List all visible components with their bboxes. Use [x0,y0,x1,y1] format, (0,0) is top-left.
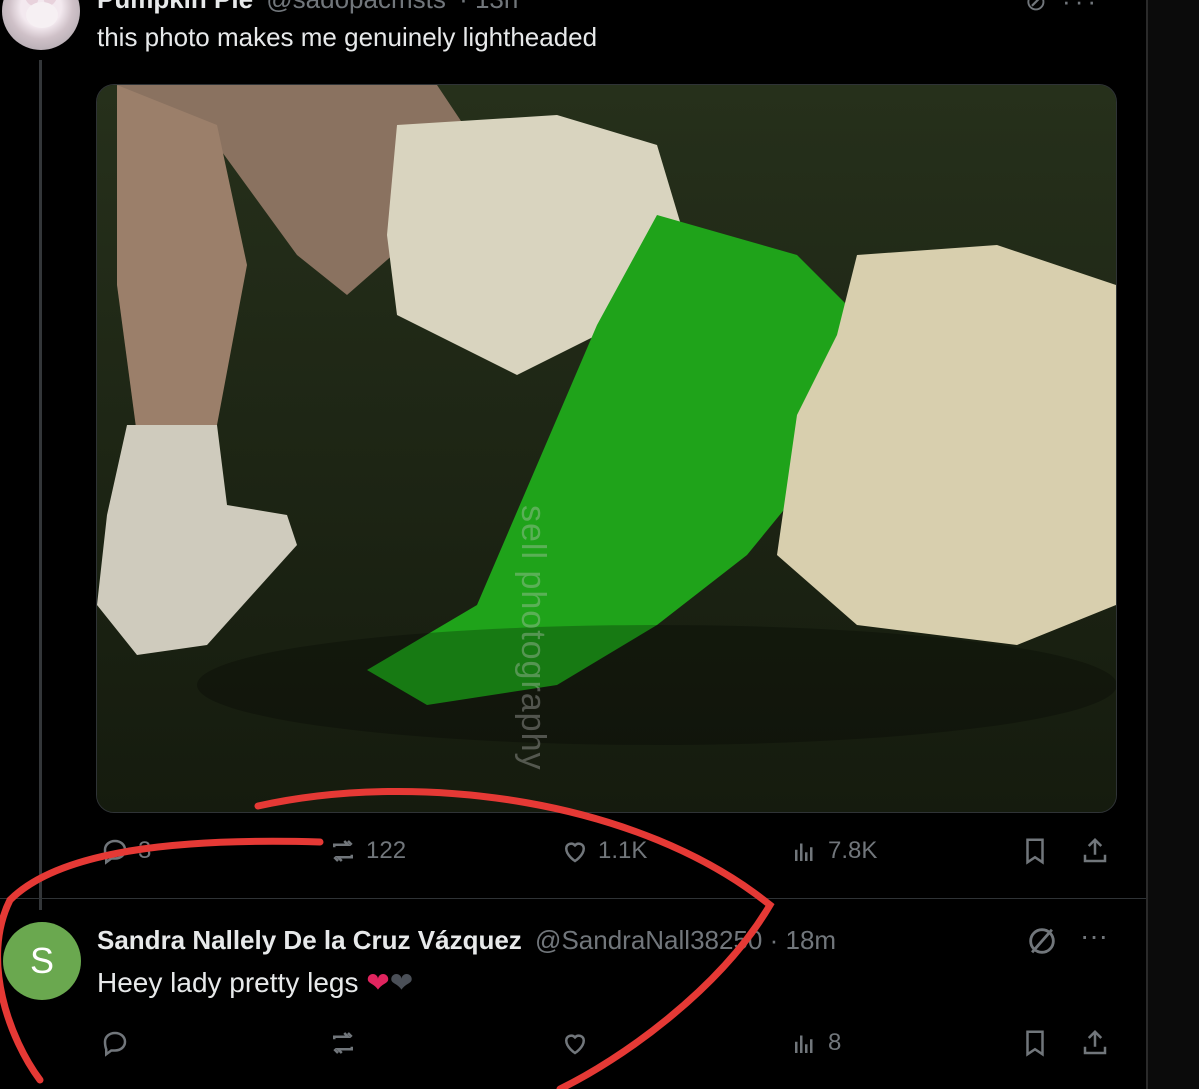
share-icon [1083,1029,1107,1055]
repost-icon [333,840,353,862]
thread-connector-line [39,60,42,910]
tweet-text-content: Heey lady pretty legs [97,967,359,998]
reply-count: 3 [138,837,152,864]
views-count: 8 [828,1029,842,1056]
photo-watermark: sell photography [514,505,552,771]
avatar-letter: S [29,940,54,981]
avatar[interactable]: S [3,922,81,1000]
user-handle[interactable]: @sadopacmsts [266,0,446,14]
more-icon[interactable]: ··· [1062,0,1100,16]
bookmark-button[interactable] [1020,1028,1050,1058]
tweet-text: this photo makes me genuinely lightheade… [97,22,598,52]
bookmark-icon [1026,838,1044,865]
views-icon [795,843,813,861]
user-handle[interactable]: @SandraNall38250 [535,925,762,955]
tweet-header-icons: ⊘ ··· [1025,0,1100,17]
views-button[interactable]: 7.8K [790,836,877,866]
tweet-header: Pumpkin Pie @sadopacmsts · 13h [97,0,518,15]
photo-illustration [97,85,1116,812]
reply-icon [103,1031,127,1057]
like-count: 1.1K [598,837,648,864]
window-edge [1146,0,1148,1089]
views-count: 7.8K [828,837,878,864]
share-icon [1083,837,1107,863]
heart-icon [564,1034,586,1055]
tweet-actions: 3 122 1.1K 7.8K [0,836,1146,876]
share-button[interactable] [1080,836,1110,866]
tweet-time[interactable]: · 13h [459,0,518,14]
timeline-column: Pumpkin Pie @sadopacmsts · 13h ⊘ ··· thi… [0,0,1146,1089]
like-button[interactable] [560,1028,590,1058]
share-button[interactable] [1080,1028,1110,1058]
grok-icon[interactable] [1025,924,1059,963]
grok-icon[interactable]: ⊘ [1025,0,1051,16]
red-heart-emoji: ❤ [366,967,390,998]
header-separator: · [769,925,779,955]
like-button[interactable]: 1.1K [560,836,647,866]
reply-button[interactable]: 3 [100,836,151,866]
tweet-text: Heey lady pretty legs ❤❤ [97,966,413,999]
reply-button[interactable] [100,1028,130,1058]
more-icon[interactable]: ··· [1080,920,1108,952]
bookmark-icon [1026,1030,1044,1057]
display-name[interactable]: Sandra Nallely De la Cruz Vázquez [97,925,522,955]
tweet-actions: 8 [0,1028,1146,1068]
heart-icon [564,842,586,863]
repost-button[interactable]: 122 [328,836,406,866]
tweet-time[interactable]: 18m [786,925,837,955]
reply-icon [103,839,127,865]
repost-icon [333,1032,353,1054]
black-heart-emoji: ❤ [389,967,414,998]
tweet-photo[interactable]: sell photography [96,84,1117,813]
views-icon [795,1035,813,1053]
bookmark-button[interactable] [1020,836,1050,866]
repost-count: 122 [366,837,407,864]
avatar[interactable] [2,0,80,50]
tweet-header: Sandra Nallely De la Cruz Vázquez @Sandr… [97,925,836,956]
tweet-divider [0,898,1146,899]
repost-button[interactable] [328,1028,358,1058]
display-name[interactable]: Pumpkin Pie [97,0,253,14]
views-button[interactable]: 8 [790,1028,841,1058]
